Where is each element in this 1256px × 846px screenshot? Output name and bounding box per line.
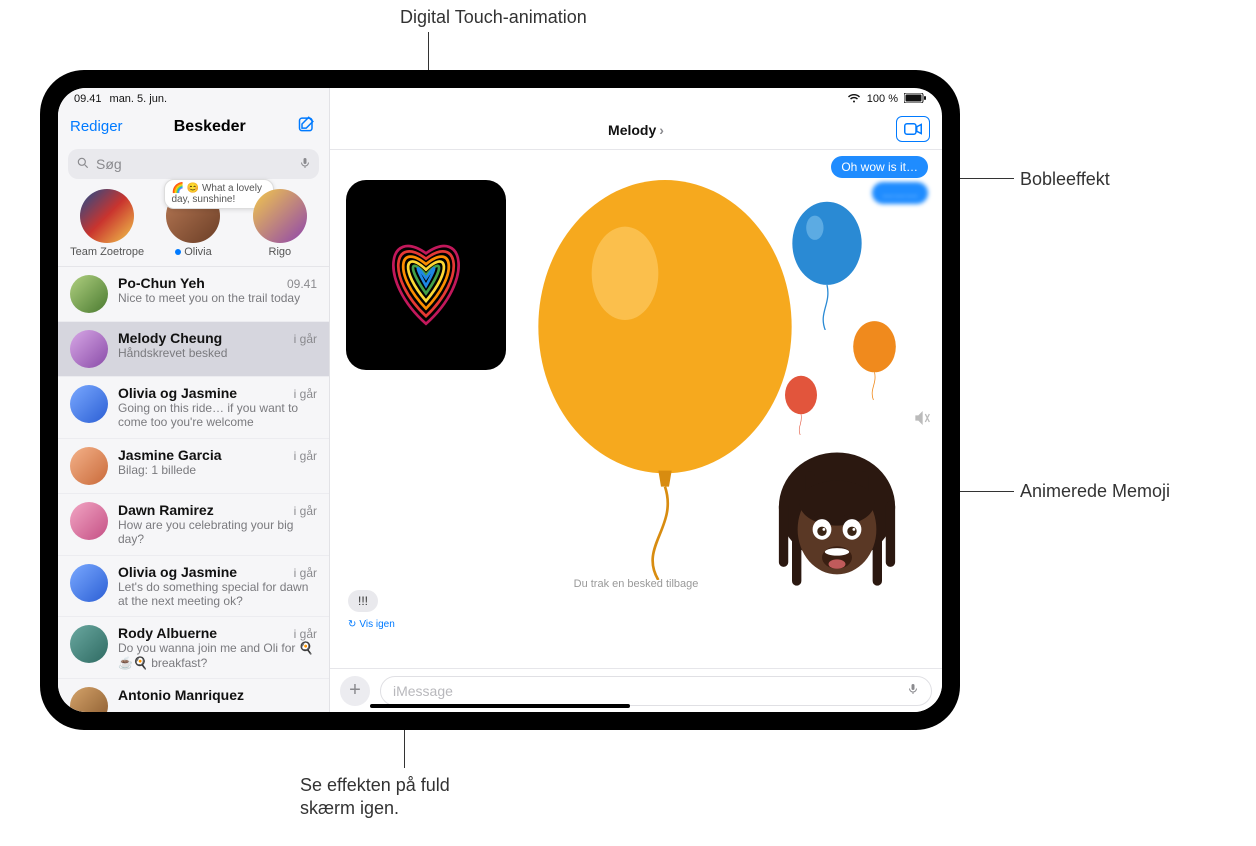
recalled-label: Du trak en besked tilbage [574, 578, 699, 590]
chat-header: Melody › [330, 110, 942, 150]
message-input[interactable]: iMessage [380, 676, 932, 706]
conversation-name: Melody Cheung [118, 330, 222, 346]
conversation-preview: How are you celebrating your big day? [118, 518, 317, 547]
dictate-icon[interactable] [907, 681, 919, 700]
conversation-item[interactable]: Po-Chun Yeh 09.41 Nice to meet you on th… [58, 267, 329, 322]
message-placeholder: iMessage [393, 683, 453, 699]
chat-pane: ••• Melody › Oh wow is it… ……… [330, 88, 942, 712]
replay-icon: ↻ [348, 619, 356, 630]
conversation-time: i går [294, 566, 317, 580]
chat-area[interactable]: Oh wow is it… ……… [330, 150, 942, 668]
conversation-preview: Håndskrevet besked [118, 346, 317, 360]
callout-bubble: Bobleeffekt [1020, 168, 1110, 191]
search-icon [76, 156, 90, 173]
conversation-item[interactable]: Melody Cheung i går Håndskrevet besked [58, 322, 329, 377]
avatar [253, 189, 307, 243]
conversation-time: i går [294, 449, 317, 463]
dictate-icon[interactable] [299, 156, 311, 173]
conversation-name: Po-Chun Yeh [118, 275, 205, 291]
conversation-item[interactable]: Olivia og Jasmine i går Going on this ri… [58, 377, 329, 439]
battery-icon [904, 93, 926, 106]
conversation-item[interactable]: Antonio Manriquez [58, 679, 329, 712]
chat-title[interactable]: Melody › [608, 122, 664, 138]
conversation-item[interactable]: Olivia og Jasmine i går Let's do somethi… [58, 556, 329, 618]
conversation-preview: Bilag: 1 billede [118, 463, 317, 477]
conversation-name: Dawn Ramirez [118, 502, 214, 518]
pinned-contact[interactable]: Team Zoetrope [70, 189, 144, 258]
search-placeholder: Søg [96, 156, 122, 172]
home-indicator[interactable] [370, 704, 630, 708]
conversation-time: i går [294, 504, 317, 518]
avatar [70, 447, 108, 485]
avatar [70, 275, 108, 313]
conversation-preview: Nice to meet you on the trail today [118, 291, 317, 305]
conversation-preview: Let's do something special for dawn at t… [118, 580, 317, 609]
conversation-preview: Going on this ride… if you want to come … [118, 401, 317, 430]
received-message-bubble[interactable]: !!! [348, 590, 378, 612]
wifi-icon [847, 93, 861, 106]
conversation-list[interactable]: Po-Chun Yeh 09.41 Nice to meet you on th… [58, 267, 329, 712]
callout-top: Digital Touch-animation [400, 6, 587, 29]
conversation-item[interactable]: Rody Albuerne i går Do you wanna join me… [58, 617, 329, 679]
conversation-name: Olivia og Jasmine [118, 564, 237, 580]
avatar [70, 625, 108, 663]
avatar [70, 330, 108, 368]
conversation-name: Jasmine Garcia [118, 447, 222, 463]
sidebar-header: Rediger Beskeder [58, 110, 329, 145]
facetime-button[interactable] [896, 116, 930, 142]
heart-icon [371, 210, 481, 340]
digital-touch-message[interactable] [346, 180, 506, 370]
callout-memoji: Animerede Memoji [1020, 480, 1170, 503]
replay-effect-button[interactable]: ↻ Vis igen [348, 619, 395, 630]
conversation-name: Antonio Manriquez [118, 687, 244, 703]
callout-bottom: Se effekten på fuld skærm igen. [300, 774, 450, 821]
pinned-name: Rigo [269, 246, 292, 258]
replay-label: Vis igen [359, 619, 394, 630]
conversation-time: i går [294, 387, 317, 401]
pinned-contact[interactable]: 🌈 😊 What a lovely day, sunshine! Olivia [156, 189, 230, 258]
mute-icon[interactable] [914, 410, 930, 431]
pinned-row: Team Zoetrope 🌈 😊 What a lovely day, sun… [58, 187, 329, 267]
conversation-time: i går [294, 332, 317, 346]
chevron-right-icon: › [659, 122, 664, 138]
sent-message-bubble-effect[interactable]: ……… [872, 182, 928, 204]
pinned-contact[interactable]: Rigo [243, 189, 317, 258]
pinned-name: Olivia [184, 246, 212, 258]
sent-message-bubble[interactable]: Oh wow is it… [831, 156, 928, 178]
avatar [80, 189, 134, 243]
balloon-orange [847, 320, 902, 400]
pinned-name: Team Zoetrope [70, 246, 144, 258]
conversation-name: Rody Albuerne [118, 625, 217, 641]
chat-title-label: Melody [608, 122, 656, 138]
conversation-time: i går [294, 627, 317, 641]
sidebar: Rediger Beskeder Søg Team Zoetrope [58, 88, 330, 712]
avatar [70, 564, 108, 602]
plus-button[interactable]: + [340, 676, 370, 706]
compose-button[interactable] [297, 114, 317, 139]
conversation-preview: Do you wanna join me and Oli for 🍳☕🍳 bre… [118, 641, 317, 670]
balloon-blue [782, 200, 872, 330]
ipad-frame: 09.41 man. 5. jun. 100 % Rediger Beskede… [40, 70, 960, 730]
avatar [70, 385, 108, 423]
status-bar: 09.41 man. 5. jun. 100 % [58, 88, 942, 108]
avatar [70, 502, 108, 540]
conversation-time: 09.41 [287, 277, 317, 291]
battery-pct: 100 % [867, 93, 898, 105]
search-input[interactable]: Søg [68, 149, 319, 179]
conversation-name: Olivia og Jasmine [118, 385, 237, 401]
conversation-item[interactable]: Jasmine Garcia i går Bilag: 1 billede [58, 439, 329, 494]
unread-dot [175, 249, 181, 255]
screen: 09.41 man. 5. jun. 100 % Rediger Beskede… [58, 88, 942, 712]
sidebar-title: Beskeder [174, 118, 246, 136]
edit-button[interactable]: Rediger [70, 118, 123, 135]
avatar [70, 687, 108, 712]
conversation-item[interactable]: Dawn Ramirez i går How are you celebrati… [58, 494, 329, 556]
status-date: man. 5. jun. [110, 93, 167, 105]
status-time: 09.41 [74, 93, 102, 105]
balloon-red [780, 375, 822, 435]
memoji-sticker[interactable] [762, 445, 912, 595]
